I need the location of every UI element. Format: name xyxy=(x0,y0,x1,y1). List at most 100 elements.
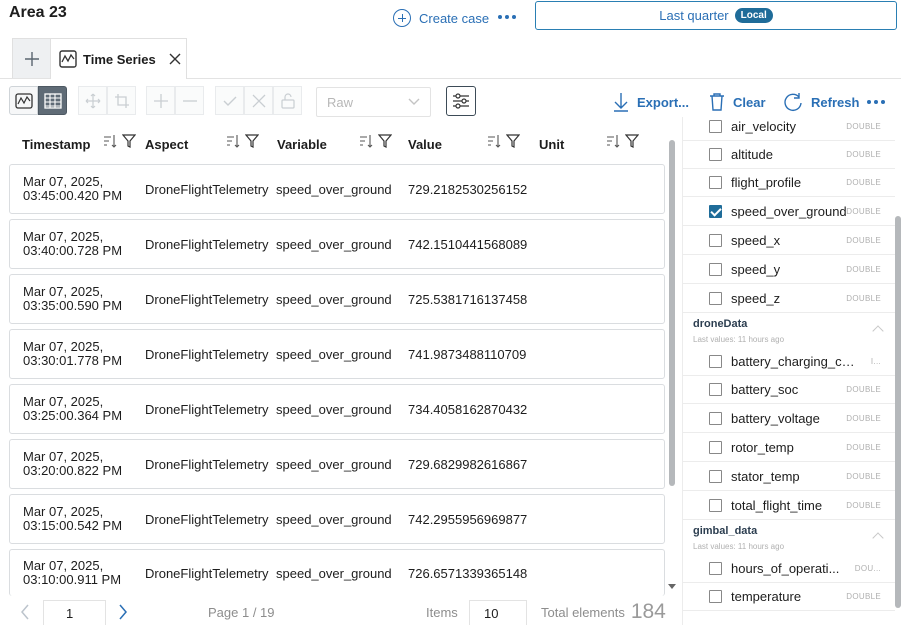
page-title: Area 23 xyxy=(9,4,67,21)
sort-icon[interactable] xyxy=(487,134,501,148)
variable-item[interactable]: speed_x DOUBLE xyxy=(683,227,895,255)
sort-icon[interactable] xyxy=(226,134,240,148)
timestamp-time: 03:30:01.778 PM xyxy=(23,353,123,368)
tab-label: Time Series xyxy=(83,51,156,67)
variable-item[interactable]: altitude DOUBLE xyxy=(683,141,895,169)
items-per-page-input[interactable]: 10 xyxy=(469,600,527,625)
checkbox[interactable] xyxy=(709,355,722,368)
cancel-button[interactable] xyxy=(244,86,273,115)
variable-item[interactable]: battery_charging_cyc... I... xyxy=(683,348,895,376)
column-header-unit[interactable]: Unit xyxy=(539,132,564,156)
checkbox[interactable] xyxy=(709,562,722,575)
refresh-button[interactable]: Refresh xyxy=(783,90,859,114)
table-row[interactable]: Mar 07, 2025, 03:40:00.728 PM DroneFlight… xyxy=(9,219,665,269)
table-row[interactable]: Mar 07, 2025, 03:35:00.590 PM DroneFlight… xyxy=(9,274,665,324)
group-header-droneData[interactable]: droneData xyxy=(693,318,747,330)
chevron-down-icon xyxy=(408,98,420,105)
checkbox[interactable] xyxy=(709,412,722,425)
time-range-button[interactable]: Last quarter Local xyxy=(535,1,897,30)
table-row[interactable]: Mar 07, 2025, 03:30:01.778 PM DroneFlight… xyxy=(9,329,665,379)
scrollbar-thumb[interactable] xyxy=(895,216,901,608)
panel-scrollbar[interactable] xyxy=(894,118,901,618)
more-options-icon[interactable] xyxy=(867,100,885,104)
table-row[interactable]: Mar 07, 2025, 03:45:00.420 PM DroneFlight… xyxy=(9,164,665,214)
variable-item[interactable]: speed_over_ground DOUBLE xyxy=(683,198,895,226)
page-number-input[interactable]: 1 xyxy=(43,600,106,625)
variable-item[interactable]: hours_of_operati... DOU... xyxy=(683,555,895,583)
chart-view-button[interactable] xyxy=(9,86,38,115)
timestamp-time: 03:35:00.590 PM xyxy=(23,298,123,313)
more-options-icon[interactable] xyxy=(498,15,516,19)
sort-icon[interactable] xyxy=(103,134,117,148)
table-row[interactable]: Mar 07, 2025, 03:25:00.364 PM DroneFlight… xyxy=(9,384,665,434)
variable-item[interactable]: temperature DOUBLE xyxy=(683,583,895,611)
close-icon[interactable] xyxy=(168,52,182,66)
next-page-button[interactable] xyxy=(118,604,128,625)
checkbox[interactable] xyxy=(709,263,722,276)
filter-icon[interactable] xyxy=(378,134,392,148)
checkbox[interactable] xyxy=(709,590,722,603)
variable-item[interactable]: flight_profile DOUBLE xyxy=(683,169,895,197)
group-header-gimbal-data[interactable]: gimbal_data xyxy=(693,525,757,537)
checkbox[interactable] xyxy=(709,120,722,133)
checkbox[interactable] xyxy=(709,148,722,161)
column-header-timestamp[interactable]: Timestamp xyxy=(22,132,90,156)
filter-icon[interactable] xyxy=(506,134,520,148)
export-button[interactable]: Export... xyxy=(613,90,689,114)
table-scrollbar[interactable] xyxy=(668,138,676,590)
variable-item[interactable]: battery_voltage DOUBLE xyxy=(683,405,895,433)
selection-tools-group xyxy=(78,86,136,116)
variable-cell: speed_over_ground xyxy=(276,401,392,417)
aggregation-select[interactable]: Raw xyxy=(316,87,431,117)
column-header-value[interactable]: Value xyxy=(408,132,442,156)
variable-cell: speed_over_ground xyxy=(276,456,392,472)
variable-item[interactable]: total_flight_time DOUBLE xyxy=(683,492,895,520)
variable-item[interactable]: battery_soc DOUBLE xyxy=(683,376,895,404)
zoom-in-button[interactable] xyxy=(146,86,175,115)
column-header-aspect[interactable]: Aspect xyxy=(145,132,188,156)
checkbox[interactable] xyxy=(709,441,722,454)
create-case-label: Create case xyxy=(419,10,490,26)
table-row[interactable]: Mar 07, 2025, 03:15:00.542 PM DroneFlight… xyxy=(9,494,665,544)
filter-icon[interactable] xyxy=(245,134,259,148)
filter-icon[interactable] xyxy=(122,134,136,148)
checkbox[interactable] xyxy=(709,499,722,512)
checkbox[interactable] xyxy=(709,234,722,247)
variable-item[interactable]: stator_temp DOUBLE xyxy=(683,463,895,491)
refresh-icon xyxy=(784,93,802,112)
timestamp-time: 03:45:00.420 PM xyxy=(23,188,123,203)
checkbox[interactable] xyxy=(709,383,722,396)
timestamp-time: 03:25:00.364 PM xyxy=(23,408,123,423)
aspect-cell: DroneFlightTelemetry xyxy=(145,236,269,252)
chevron-up-icon[interactable] xyxy=(872,325,884,337)
variable-item[interactable]: rotor_temp DOUBLE xyxy=(683,434,895,462)
sort-icon[interactable] xyxy=(606,134,620,148)
variable-item[interactable]: speed_z DOUBLE xyxy=(683,285,895,313)
tab-time-series[interactable]: Time Series xyxy=(50,38,187,79)
checkbox[interactable] xyxy=(709,292,722,305)
scrollbar-thumb[interactable] xyxy=(669,140,675,486)
create-case-button[interactable]: Create case xyxy=(393,7,489,29)
table-row[interactable]: Mar 07, 2025, 03:10:00.911 PM DroneFlight… xyxy=(9,549,665,596)
table-row[interactable]: Mar 07, 2025, 03:20:00.822 PM DroneFlight… xyxy=(9,439,665,489)
confirm-button[interactable] xyxy=(215,86,244,115)
column-header-variable[interactable]: Variable xyxy=(277,132,327,156)
variable-item[interactable]: speed_y DOUBLE xyxy=(683,256,895,284)
crop-button[interactable] xyxy=(107,86,136,115)
add-tab-button[interactable] xyxy=(12,38,50,78)
chevron-up-icon[interactable] xyxy=(872,532,884,544)
clear-button[interactable]: Clear xyxy=(709,90,766,114)
checkbox-checked[interactable] xyxy=(709,205,722,218)
settings-filter-button[interactable] xyxy=(446,86,476,116)
scroll-down-icon[interactable] xyxy=(668,584,676,589)
variable-item[interactable]: air_velocity DOUBLE xyxy=(683,113,895,141)
prev-page-button[interactable] xyxy=(20,604,30,625)
checkbox[interactable] xyxy=(709,176,722,189)
zoom-out-button[interactable] xyxy=(175,86,204,115)
sort-icon[interactable] xyxy=(359,134,373,148)
move-button[interactable] xyxy=(78,86,107,115)
filter-icon[interactable] xyxy=(625,134,639,148)
lock-button[interactable] xyxy=(273,86,302,115)
checkbox[interactable] xyxy=(709,470,722,483)
table-view-button[interactable] xyxy=(38,86,67,115)
